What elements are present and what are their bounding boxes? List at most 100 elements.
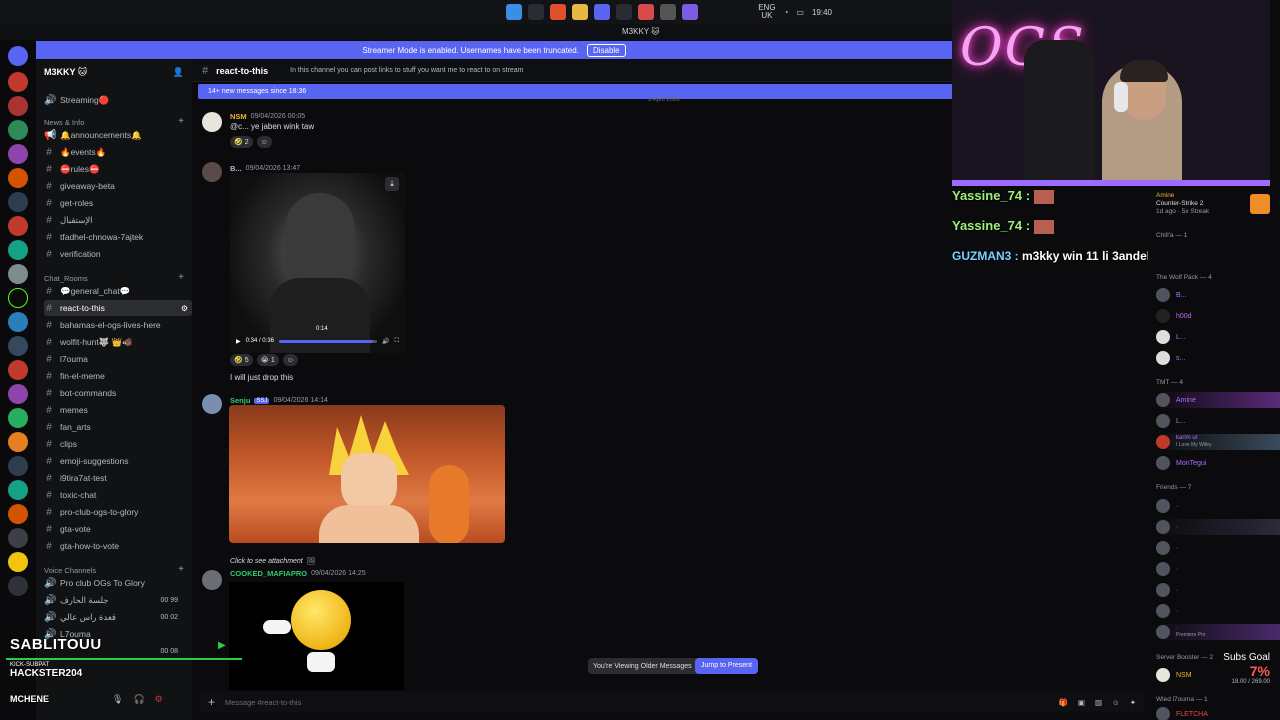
- channel-rules[interactable]: # ⛔rules⛔: [44, 161, 192, 177]
- member-item[interactable]: ·: [1156, 561, 1280, 577]
- server-icon[interactable]: [8, 72, 28, 92]
- member-item[interactable]: FLETCHA: [1156, 707, 1280, 720]
- video-progress[interactable]: [278, 339, 378, 343]
- settings-icon[interactable]: ⚙: [181, 304, 188, 313]
- channel-general[interactable]: # 💬general_chat💬: [44, 283, 192, 299]
- server-icon[interactable]: [8, 144, 28, 164]
- search-icon[interactable]: [528, 4, 544, 20]
- server-icon[interactable]: [8, 432, 28, 452]
- server-icon[interactable]: [8, 504, 28, 524]
- member-item[interactable]: s...: [1156, 350, 1280, 366]
- category-voice[interactable]: Voice Channels: [44, 566, 96, 575]
- channel-events[interactable]: # 🔥events🔥: [44, 144, 192, 160]
- member-item[interactable]: ·: [1156, 519, 1280, 535]
- channel-tfadhel[interactable]: # tfadhel-chnowa-7ajtek: [44, 229, 192, 245]
- download-icon[interactable]: ⤓: [385, 177, 399, 191]
- voice-channel[interactable]: 🔊 Pro club OGs To Glory: [44, 575, 192, 591]
- member-item[interactable]: ·: [1156, 540, 1280, 556]
- channel-l7ouma[interactable]: # l7ouma: [44, 351, 192, 367]
- add-reaction-button[interactable]: ☺: [256, 136, 272, 148]
- channel-emoji-suggestions[interactable]: # emoji-suggestions: [44, 453, 192, 469]
- channel-verification[interactable]: # verification: [44, 246, 192, 262]
- member-item[interactable]: L...: [1156, 329, 1280, 345]
- server-icon[interactable]: [8, 576, 28, 596]
- add-channel-icon[interactable]: +: [178, 272, 184, 283]
- username[interactable]: Senju: [230, 396, 250, 405]
- discord-taskbar-icon[interactable]: [594, 4, 610, 20]
- user-settings-icon[interactable]: ⚙: [155, 694, 163, 705]
- channel-react-to-this[interactable]: # react-to-this ⚙: [44, 300, 192, 316]
- channel-i9tira7at[interactable]: # i9tira7at-test: [44, 470, 192, 486]
- channel-get-roles[interactable]: # get-roles: [44, 195, 192, 211]
- member-item[interactable]: Amine: [1156, 392, 1280, 408]
- reply-preview[interactable]: Click to see attachment 🖼: [230, 557, 316, 566]
- avatar[interactable]: [202, 570, 222, 590]
- new-messages-bar[interactable]: 14+ new messages since 18:36: [198, 84, 952, 99]
- reaction[interactable]: 😭 1: [256, 354, 279, 366]
- server-icon[interactable]: [8, 46, 28, 66]
- brave-browser-icon[interactable]: [550, 4, 566, 20]
- obs-icon[interactable]: [660, 4, 676, 20]
- channel-bahamas[interactable]: # bahamas-el-ogs-lives-here: [44, 317, 192, 333]
- server-icon[interactable]: [8, 240, 28, 260]
- username[interactable]: COOKED_MAFIAPRO: [230, 569, 307, 578]
- server-icon[interactable]: [8, 552, 28, 572]
- grid-app-icon[interactable]: [682, 4, 698, 20]
- avatar[interactable]: [202, 162, 222, 182]
- apps-icon[interactable]: ✦: [1130, 698, 1136, 707]
- battery-icon[interactable]: ▭: [796, 8, 804, 17]
- fullscreen-icon[interactable]: ⛶: [395, 338, 399, 345]
- gift-icon[interactable]: 🎁: [1059, 698, 1068, 707]
- server-icon[interactable]: [8, 384, 28, 404]
- member-item[interactable]: MonTegui: [1156, 455, 1280, 471]
- username[interactable]: NSM: [230, 112, 247, 121]
- server-icon[interactable]: [8, 312, 28, 332]
- sticker-icon[interactable]: ▨: [1095, 698, 1102, 707]
- server-icon[interactable]: [8, 168, 28, 188]
- maps-icon[interactable]: [638, 4, 654, 20]
- play-icon[interactable]: ▶: [236, 338, 241, 345]
- avatar[interactable]: [202, 112, 222, 132]
- reaction[interactable]: 🤣 2: [230, 136, 253, 148]
- image-attachment[interactable]: [229, 582, 404, 690]
- server-icon[interactable]: [8, 120, 28, 140]
- folder-icon[interactable]: [572, 4, 588, 20]
- volume-icon[interactable]: 🔊: [382, 338, 389, 345]
- category-chat[interactable]: Chat_Rooms: [44, 274, 88, 283]
- windows-start-icon[interactable]: [506, 4, 522, 20]
- streaming-channel[interactable]: 🔊 Streaming🔴: [44, 92, 192, 108]
- channel-memes[interactable]: # memes: [44, 402, 192, 418]
- headset-icon[interactable]: 🎧: [133, 694, 144, 705]
- clock[interactable]: 19:40: [812, 8, 832, 17]
- member-item[interactable]: · Premiere Pro: [1156, 624, 1280, 640]
- channel-giveaway[interactable]: # giveaway-beta: [44, 178, 192, 194]
- member-item[interactable]: ·: [1156, 498, 1280, 514]
- jump-to-present-button[interactable]: Jump to Present: [695, 658, 758, 674]
- server-icon[interactable]: [8, 456, 28, 476]
- member-item[interactable]: h00d: [1156, 308, 1280, 324]
- channel-welcome[interactable]: # الإستقبال: [44, 212, 192, 228]
- gif-icon[interactable]: ▣: [1078, 698, 1085, 707]
- channel-bot-commands[interactable]: # bot-commands: [44, 385, 192, 401]
- member-item[interactable]: ·: [1156, 582, 1280, 598]
- add-channel-icon[interactable]: +: [178, 564, 184, 575]
- channel-wolfit-hunt[interactable]: # wolfit-hunt🐺 👑🐗: [44, 334, 192, 350]
- invite-icon[interactable]: 👤: [173, 67, 184, 78]
- kick-server-icon[interactable]: [8, 288, 28, 308]
- emoji-picker-icon[interactable]: ☺: [1112, 698, 1120, 707]
- server-icon[interactable]: [8, 336, 28, 356]
- avatar[interactable]: [202, 394, 222, 414]
- server-icon[interactable]: [8, 360, 28, 380]
- server-icon[interactable]: [8, 408, 28, 428]
- disable-streamer-button[interactable]: Disable: [586, 43, 626, 57]
- channel-announcements[interactable]: 📢 🔔announcements🔔: [44, 127, 192, 143]
- server-icon[interactable]: [8, 192, 28, 212]
- message-input[interactable]: Message #react-to-this: [225, 698, 1048, 707]
- server-icon[interactable]: [8, 216, 28, 236]
- channel-fan-arts[interactable]: # fan_arts: [44, 419, 192, 435]
- member-item[interactable]: karim ur I Love My Wifey: [1156, 434, 1280, 450]
- wifi-icon[interactable]: ◔: [784, 8, 789, 17]
- category-news[interactable]: News & Info: [44, 118, 84, 127]
- channel-pro-club[interactable]: # pro-club-ogs-to-glory: [44, 504, 192, 520]
- member-item[interactable]: L...: [1156, 413, 1280, 429]
